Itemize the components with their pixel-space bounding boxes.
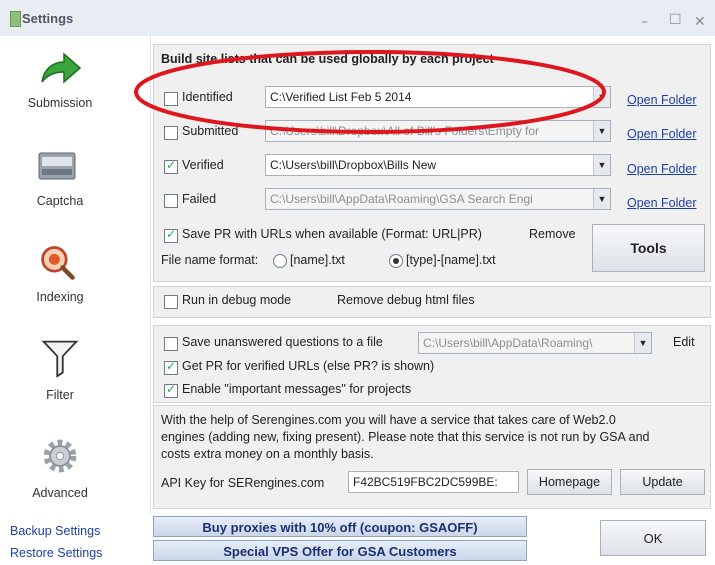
- arrow-right-icon: [41, 52, 82, 84]
- sidebar-item-label: Indexing: [36, 290, 84, 304]
- debug-checkbox[interactable]: [164, 295, 178, 309]
- sidebar-item-advanced[interactable]: Advanced: [0, 436, 150, 506]
- serengines-text-line-2: engines (adding new, fixing present). Pl…: [161, 430, 650, 444]
- open-folder-link[interactable]: Open Folder: [627, 93, 696, 107]
- chevron-down-icon: ▼: [593, 155, 610, 175]
- annotation-ellipse: [134, 50, 606, 134]
- edit-link[interactable]: Edit: [673, 335, 695, 349]
- maximize-button[interactable]: ☐: [669, 12, 682, 28]
- sidebar-item-label: Submission: [27, 96, 93, 110]
- verified-label: Verified: [182, 158, 224, 172]
- chevron-down-icon: ▼: [634, 333, 651, 353]
- close-button[interactable]: ✕: [694, 14, 706, 30]
- sidebar-item-label: Filter: [46, 388, 74, 402]
- file-name-format-label: File name format:: [161, 253, 259, 267]
- sidebar-item-label: Advanced: [32, 486, 88, 500]
- api-key-label: API Key for SERengines.com: [161, 476, 325, 490]
- failed-path-value: C:\Users\bill\AppData\Roaming\GSA Search…: [270, 192, 533, 206]
- format-name-label: [name].txt: [290, 253, 345, 267]
- verified-path-select[interactable]: C:\Users\bill\Dropbox\Bills New ▼: [265, 154, 611, 176]
- unanswered-path-select[interactable]: C:\Users\bill\AppData\Roaming\ ▼: [418, 332, 652, 354]
- buy-proxies-button[interactable]: Buy proxies with 10% off (coupon: GSAOFF…: [153, 516, 527, 537]
- format-type-name-radio[interactable]: [389, 254, 403, 268]
- verified-checkbox[interactable]: [164, 158, 178, 174]
- failed-label: Failed: [182, 192, 217, 206]
- open-folder-link[interactable]: Open Folder: [627, 162, 696, 176]
- tools-button[interactable]: Tools: [592, 224, 705, 272]
- sidebar-item-filter[interactable]: Filter: [0, 338, 150, 418]
- save-unanswered-label: Save unanswered questions to a file: [182, 335, 383, 349]
- unanswered-path-value: C:\Users\bill\AppData\Roaming\: [423, 336, 593, 350]
- backup-settings-link[interactable]: Backup Settings: [10, 524, 100, 538]
- serengines-text-line-3: costs extra money on a monthly basis.: [161, 447, 374, 461]
- open-folder-link[interactable]: Open Folder: [627, 196, 696, 210]
- app-icon: [10, 11, 21, 27]
- get-pr-label: Get PR for verified URLs (else PR? is sh…: [182, 359, 435, 373]
- ok-button[interactable]: OK: [600, 520, 706, 556]
- save-unanswered-checkbox[interactable]: [164, 337, 178, 351]
- sidebar-item-indexing[interactable]: Indexing: [0, 243, 150, 323]
- sidebar-item-label: Captcha: [36, 194, 84, 208]
- format-type-name-label: [type]-[name].txt: [406, 253, 496, 267]
- title-bar: [0, 0, 715, 36]
- minimize-button[interactable]: –: [641, 14, 648, 30]
- homepage-button[interactable]: Homepage: [527, 469, 612, 495]
- serengines-text-line-1: With the help of Serengines.com you will…: [161, 413, 616, 427]
- window-title: Settings: [22, 11, 74, 26]
- remove-debug-link[interactable]: Remove debug html files: [337, 293, 475, 307]
- failed-path-select[interactable]: C:\Users\bill\AppData\Roaming\GSA Search…: [265, 188, 611, 210]
- api-key-input[interactable]: F42BC519FBC2DC599BE:: [348, 471, 519, 493]
- open-folder-link[interactable]: Open Folder: [627, 127, 696, 141]
- vps-offer-button[interactable]: Special VPS Offer for GSA Customers: [153, 540, 527, 561]
- gear-icon: [43, 439, 77, 473]
- filter-funnel-icon: [41, 340, 79, 378]
- sidebar-item-captcha[interactable]: Captcha: [0, 145, 150, 225]
- save-pr-label: Save PR with URLs when available (Format…: [182, 227, 482, 241]
- save-pr-checkbox[interactable]: [164, 227, 178, 243]
- important-messages-checkbox[interactable]: [164, 382, 178, 398]
- important-messages-label: Enable "important messages" for projects: [182, 382, 412, 396]
- verified-path-value: C:\Users\bill\Dropbox\Bills New: [270, 158, 437, 172]
- format-name-radio[interactable]: [273, 254, 287, 268]
- sidebar-item-submission[interactable]: Submission: [0, 46, 150, 126]
- get-pr-checkbox[interactable]: [164, 359, 178, 375]
- debug-label: Run in debug mode: [182, 293, 292, 307]
- failed-checkbox[interactable]: [164, 194, 178, 208]
- restore-settings-link[interactable]: Restore Settings: [10, 546, 102, 560]
- indexing-icon: [41, 246, 75, 280]
- chevron-down-icon: ▼: [593, 189, 610, 209]
- remove-pr-link[interactable]: Remove: [529, 227, 576, 241]
- update-button[interactable]: Update: [620, 469, 705, 495]
- captcha-icon: [38, 152, 76, 180]
